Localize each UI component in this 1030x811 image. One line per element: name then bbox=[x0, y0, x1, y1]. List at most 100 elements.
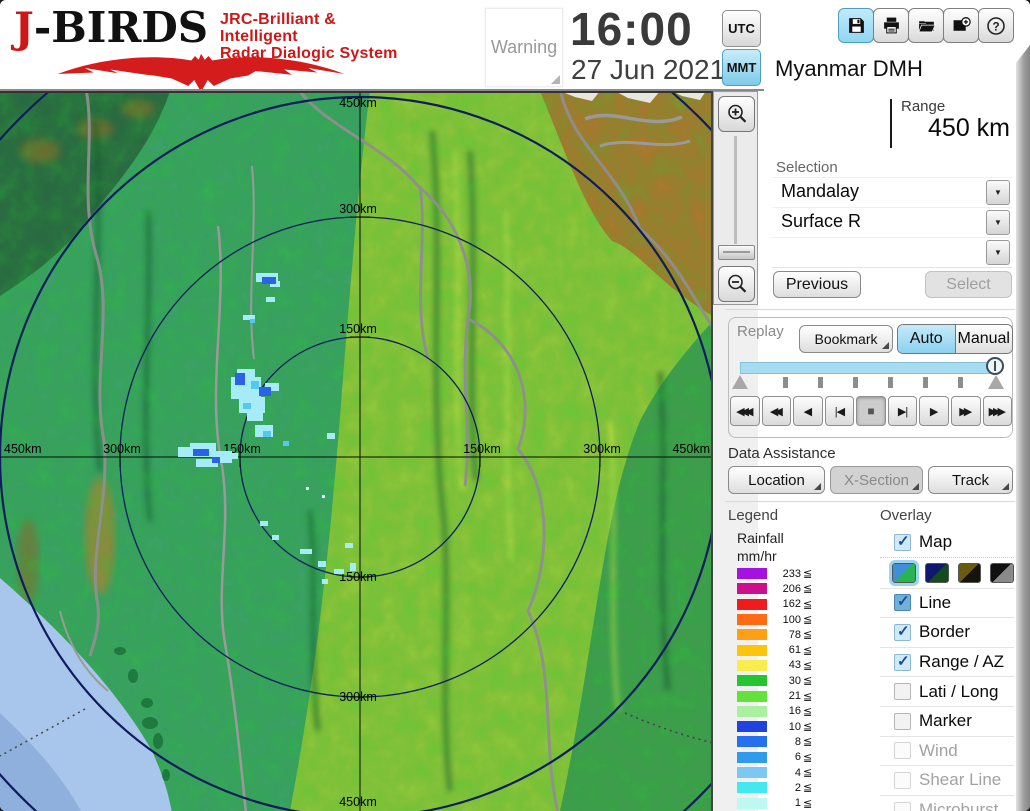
overlay-item-marker[interactable]: Marker bbox=[880, 706, 1014, 736]
range-label: Range bbox=[901, 98, 945, 115]
checkbox-map[interactable] bbox=[894, 534, 911, 551]
overlay-item-label: Wind bbox=[919, 741, 958, 761]
step-forward-button[interactable]: ▶| bbox=[888, 396, 918, 426]
checkbox-lati-long[interactable] bbox=[894, 683, 911, 700]
timeline-tick bbox=[853, 377, 858, 388]
legend-color-swatch bbox=[737, 568, 767, 579]
zoom-slider-handle[interactable] bbox=[718, 245, 755, 260]
overlay-item-border[interactable]: Border bbox=[880, 617, 1014, 647]
previous-button[interactable]: Previous bbox=[773, 271, 861, 298]
checkbox-marker[interactable] bbox=[894, 713, 911, 730]
mmt-button[interactable]: MMT bbox=[722, 49, 761, 86]
radar-map-canvas: 450km 300km 150km 150km 300km 450km 450k… bbox=[0, 91, 713, 811]
add-image-icon bbox=[952, 16, 971, 35]
zoom-in-button[interactable] bbox=[718, 96, 755, 132]
option-dropdown[interactable]: ▼ bbox=[772, 237, 1012, 268]
fast-rewind-button[interactable]: ◀◀ bbox=[762, 396, 792, 426]
svg-text:450km: 450km bbox=[339, 96, 377, 110]
print-button[interactable] bbox=[873, 8, 909, 43]
chevron-down-icon[interactable]: ▼ bbox=[986, 180, 1010, 205]
zoom-slider-track[interactable] bbox=[734, 136, 737, 244]
stop-button[interactable]: ■ bbox=[856, 396, 886, 426]
legend-value: 21 bbox=[767, 690, 801, 702]
fast-forward-icon: ▶▶ bbox=[959, 405, 972, 418]
legend-unit-line2: mm/hr bbox=[737, 548, 777, 564]
seek-start-button[interactable]: ◀◀◀ bbox=[730, 396, 760, 426]
product-dropdown[interactable]: Surface R ▼ bbox=[772, 207, 1012, 238]
bookmark-button[interactable]: Bookmark bbox=[799, 325, 893, 353]
replay-slider-handle[interactable] bbox=[986, 357, 1004, 375]
play-reverse-button[interactable]: ◀ bbox=[793, 396, 823, 426]
legend-entry: 100≦ bbox=[737, 612, 827, 627]
warning-label: Warning bbox=[491, 37, 557, 58]
checkbox-line[interactable] bbox=[894, 594, 911, 611]
timeline-end-marker[interactable] bbox=[988, 375, 1004, 389]
print-icon bbox=[882, 16, 901, 35]
fast-forward-button[interactable]: ▶▶ bbox=[951, 396, 981, 426]
x-section-button: X-Section bbox=[830, 466, 923, 494]
svg-text:300km: 300km bbox=[339, 202, 377, 216]
svg-text:450km: 450km bbox=[672, 442, 710, 456]
legend-entry: 6≦ bbox=[737, 750, 827, 765]
site-dropdown[interactable]: Mandalay ▼ bbox=[772, 177, 1012, 208]
legend-entry: 10≦ bbox=[737, 719, 827, 734]
divider bbox=[725, 309, 1015, 310]
warning-button[interactable]: Warning bbox=[485, 8, 563, 87]
legend-value: 4 bbox=[767, 767, 801, 779]
legend-value: 30 bbox=[767, 675, 801, 687]
jbirds-logo: J-BIRDS JRC-Brilliant & Intelligent Rada… bbox=[8, 4, 398, 88]
svg-text:150km: 150km bbox=[339, 570, 377, 584]
seek-end-button[interactable]: ▶▶▶ bbox=[983, 396, 1013, 426]
timeline-start-marker[interactable] bbox=[732, 375, 748, 389]
checkbox-border[interactable] bbox=[894, 624, 911, 641]
overlay-item-label: Lati / Long bbox=[919, 682, 998, 702]
svg-text:300km: 300km bbox=[339, 690, 377, 704]
save-button[interactable] bbox=[838, 8, 874, 43]
panel-collapse-handle[interactable] bbox=[1016, 45, 1030, 811]
eagle-icon bbox=[10, 50, 392, 92]
overlay-item-range-az[interactable]: Range / AZ bbox=[880, 647, 1014, 677]
legend-lte-symbol: ≦ bbox=[803, 705, 812, 718]
map-style-dark[interactable] bbox=[925, 563, 949, 583]
auto-button[interactable]: Auto bbox=[898, 325, 956, 353]
map-style-olive[interactable] bbox=[958, 563, 982, 583]
location-button[interactable]: Location bbox=[728, 466, 825, 494]
manual-button[interactable]: Manual bbox=[956, 325, 1013, 353]
playback-controls: ◀◀◀◀◀◀|◀■▶|▶▶▶▶▶▶ bbox=[730, 396, 1012, 426]
legend-value: 206 bbox=[767, 583, 801, 595]
legend-lte-symbol: ≦ bbox=[803, 598, 812, 611]
add-image-button[interactable] bbox=[943, 8, 979, 43]
utc-button[interactable]: UTC bbox=[722, 10, 761, 47]
legend-lte-symbol: ≦ bbox=[803, 781, 812, 794]
track-button[interactable]: Track bbox=[928, 466, 1013, 494]
legend-lte-symbol: ≦ bbox=[803, 797, 812, 810]
map-zoom-control bbox=[713, 91, 758, 305]
legend-value: 43 bbox=[767, 659, 801, 671]
legend-value: 10 bbox=[767, 721, 801, 733]
step-back-icon: |◀ bbox=[835, 405, 844, 418]
checkbox-microburst bbox=[894, 802, 911, 811]
open-file-button[interactable] bbox=[908, 8, 944, 43]
overlay-item-label: Shear Line bbox=[919, 770, 1001, 790]
map-style-terrain[interactable] bbox=[892, 563, 916, 583]
help-button[interactable]: ? bbox=[978, 8, 1014, 43]
legend-color-swatch bbox=[737, 629, 767, 640]
overlay-item-map[interactable]: Map bbox=[880, 528, 1014, 557]
radar-map[interactable]: 450km 300km 150km 150km 300km 450km 450k… bbox=[0, 91, 713, 811]
overlay-item-lati-long[interactable]: Lati / Long bbox=[880, 676, 1014, 706]
legend-value: 233 bbox=[767, 568, 801, 580]
step-back-button[interactable]: |◀ bbox=[825, 396, 855, 426]
legend-value: 100 bbox=[767, 614, 801, 626]
checkbox-range-az[interactable] bbox=[894, 654, 911, 671]
map-style-grayscale[interactable] bbox=[990, 563, 1014, 583]
jbirds-window: J-BIRDS JRC-Brilliant & Intelligent Rada… bbox=[0, 0, 1030, 811]
overlay-item-line[interactable]: Line bbox=[880, 588, 1014, 618]
overlay-item-label: Line bbox=[919, 593, 951, 613]
replay-timeline-slider[interactable] bbox=[740, 362, 996, 374]
play-button[interactable]: ▶ bbox=[919, 396, 949, 426]
fast-rewind-icon: ◀◀ bbox=[770, 405, 783, 418]
zoom-out-button[interactable] bbox=[718, 266, 755, 302]
chevron-down-icon[interactable]: ▼ bbox=[986, 210, 1010, 235]
chevron-down-icon[interactable]: ▼ bbox=[986, 240, 1010, 265]
legend-entry: 206≦ bbox=[737, 581, 827, 596]
